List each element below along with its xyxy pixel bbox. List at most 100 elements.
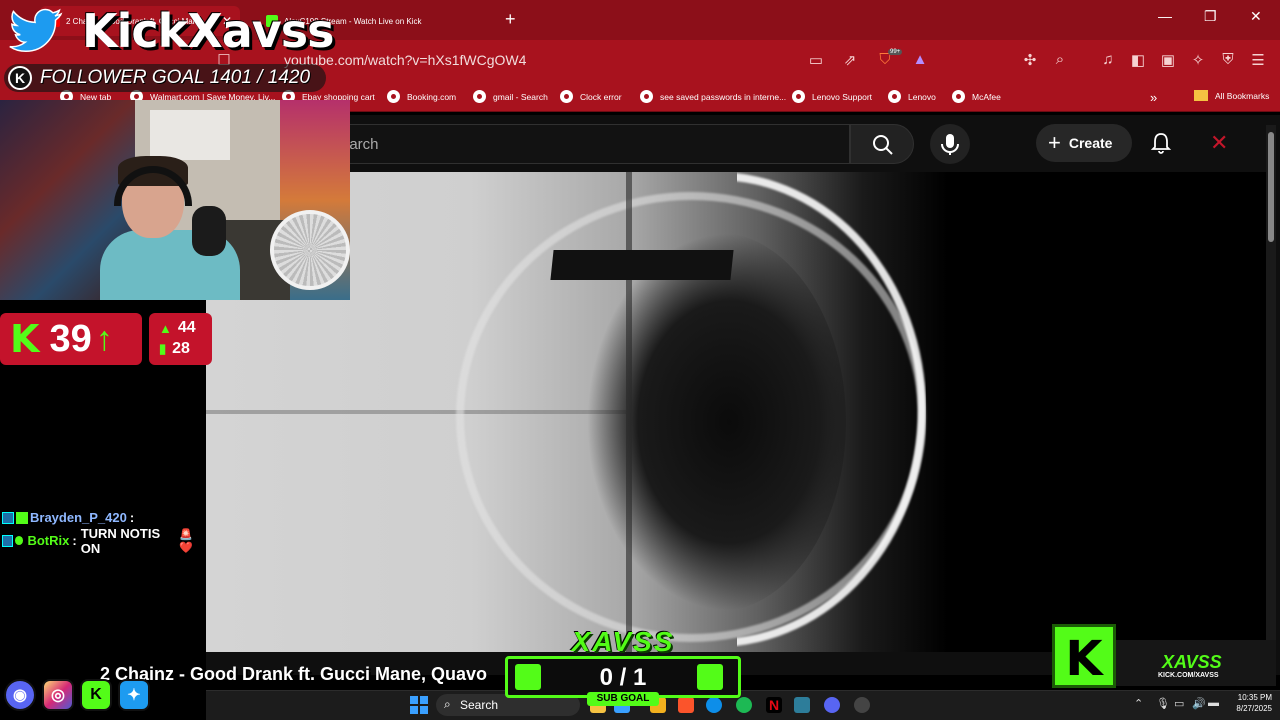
chat-username: Brayden_P_420 <box>30 510 127 525</box>
video-player[interactable] <box>206 172 1266 652</box>
cast-icon[interactable]: ▭ <box>806 51 826 69</box>
bookmark-label: All Bookmarks <box>1215 90 1270 101</box>
video-frame-line <box>626 172 632 652</box>
bookmark-clock-error[interactable]: Clock error <box>560 90 622 103</box>
obs-icon[interactable] <box>854 697 870 713</box>
bookmark-label: Clock error <box>580 91 622 102</box>
shield-count-badge: 99+ <box>888 49 903 55</box>
discord-icon[interactable] <box>824 697 840 713</box>
vpn-icon[interactable]: ⛨ <box>1218 51 1238 68</box>
extensions-icon[interactable]: ✣ <box>1020 51 1040 69</box>
globe-icon <box>387 90 400 103</box>
folder-icon <box>1194 90 1208 101</box>
twitter-logo-icon <box>9 8 63 53</box>
network-icon[interactable]: ▭ <box>1174 697 1184 710</box>
battery-icon[interactable]: ▬ <box>1208 697 1219 709</box>
chat-text: TURN NOTIS ON <box>80 525 161 556</box>
bookmark-label: see saved passwords in interne... <box>660 91 787 102</box>
chat-emote: 🕯 <box>142 512 146 523</box>
video-frame-shape <box>550 250 734 280</box>
search-tab-icon[interactable]: ⌕ <box>1050 51 1070 68</box>
subscriber-badge-icon <box>2 511 14 524</box>
share-icon[interactable]: ⇗ <box>840 51 860 69</box>
bookmark-label: Lenovo <box>908 91 936 102</box>
music-icon[interactable]: ♫ <box>1098 51 1118 68</box>
new-tab-button[interactable]: + <box>505 9 516 30</box>
webcam-feed <box>0 100 350 300</box>
mic-icon <box>941 134 959 155</box>
mic-tray-icon[interactable]: 🎙 <box>1156 697 1170 710</box>
sub-goal-widget: XAVSS 0 / 1 SUB GOAL <box>505 626 741 706</box>
follower-goal-bar: K FOLLOWER GOAL 1401 / 1420 <box>4 64 326 92</box>
menu-icon[interactable]: ☰ <box>1248 51 1268 69</box>
close-window-icon[interactable]: ✕ <box>1250 8 1262 25</box>
chat-separator: : <box>72 533 77 548</box>
bell-icon <box>1150 133 1172 154</box>
follower-goal-text: FOLLOWER GOAL 1401 / 1420 <box>40 67 311 88</box>
search-icon <box>640 90 653 103</box>
chat-username: BotRix <box>27 533 70 548</box>
stream-brand-title: KickXavss <box>82 4 335 58</box>
bookmark-lenovo-support[interactable]: Lenovo Support <box>792 90 872 103</box>
bookmark-gmail[interactable]: gmail - Search <box>473 90 548 103</box>
streamer <box>100 156 250 300</box>
sidebar-icon[interactable]: ◧ <box>1128 51 1148 69</box>
instagram-icon: ◎ <box>42 679 74 711</box>
stat-up-value: 44 <box>177 319 196 336</box>
sub-goal-count: 0 / 1 <box>599 664 647 691</box>
volume-icon[interactable]: 🔊 <box>1192 697 1206 710</box>
sub-goal-logo: XAVSS <box>571 626 675 657</box>
rewards-icon[interactable]: ▲ <box>910 51 930 68</box>
all-bookmarks-button[interactable]: All Bookmarks <box>1194 90 1269 101</box>
screen: 2 Chainz - Good Drank ft. Gucci Mane, Qu… <box>0 0 1280 720</box>
account-avatar[interactable]: ✕ <box>1210 130 1228 156</box>
taskbar-search-label: Search <box>460 698 499 712</box>
minimize-icon[interactable]: — <box>1158 8 1172 24</box>
restore-icon[interactable]: ❐ <box>1204 8 1217 25</box>
stream-stats: ▲ 44 ▮ 28 <box>149 313 212 365</box>
create-label: Create <box>1068 135 1113 151</box>
chat-overlay: Brayden_P_420 : 🕯 BotRix : TURN NOTIS ON… <box>2 506 207 556</box>
search-button[interactable] <box>850 124 914 164</box>
notifications-button[interactable] <box>1150 132 1172 159</box>
viewer-count: 39 <box>49 317 92 360</box>
microphone <box>192 206 226 256</box>
bar-chart-icon: ▮ <box>159 341 167 356</box>
clock-time: 10:35 PM <box>1237 693 1272 702</box>
kick-badge-icon <box>16 511 28 524</box>
scrollbar-thumb[interactable] <box>1268 132 1274 242</box>
wallet-icon[interactable]: ▣ <box>1158 51 1178 69</box>
social-icons: ◉ ◎ K ✦ <box>4 679 150 711</box>
globe-icon <box>952 90 965 103</box>
globe-icon <box>560 90 573 103</box>
discord-icon: ◉ <box>4 679 36 711</box>
app-icon[interactable] <box>794 697 810 713</box>
bookmark-passwords[interactable]: see saved passwords in interne... <box>640 90 786 103</box>
chat-emote: 🚨 ❤️ <box>179 528 193 554</box>
kick-icon: K <box>8 66 32 90</box>
globe-icon <box>792 90 805 103</box>
bookmark-label: Lenovo Support <box>812 91 873 102</box>
sub-goal-label: SUB GOAL <box>587 692 659 706</box>
kick-logo-icon: K <box>1052 624 1116 688</box>
leo-ai-icon[interactable]: ✧ <box>1188 51 1208 69</box>
netflix-icon[interactable]: N <box>766 697 782 713</box>
create-button[interactable]: + Create <box>1036 124 1132 162</box>
search-input[interactable]: earch <box>340 124 850 164</box>
chat-message: BotRix : TURN NOTIS ON 🚨 ❤️ <box>2 526 207 556</box>
brand-name: XAVSS <box>1162 652 1222 672</box>
now-playing-title: 2 Chainz - Good Drank ft. Gucci Mane, Qu… <box>100 664 488 684</box>
bookmark-lenovo[interactable]: Lenovo <box>888 90 936 103</box>
bookmark-label: McAfee <box>972 91 1001 102</box>
bookmark-mcafee[interactable]: McAfee <box>952 90 1001 103</box>
twitter-icon: ✦ <box>118 679 150 711</box>
voice-search-button[interactable] <box>930 124 970 164</box>
verified-badge-icon <box>15 536 24 545</box>
subscriber-badge-icon <box>2 534 14 547</box>
windows-start-icon[interactable] <box>410 696 428 714</box>
taskbar-clock[interactable]: 10:35 PM 8/27/2025 <box>1228 692 1272 714</box>
tray-overflow-icon[interactable]: ⌃ <box>1134 697 1143 710</box>
kick-icon: K <box>80 679 112 711</box>
bookmark-booking[interactable]: Booking.com <box>387 90 456 103</box>
bookmarks-overflow-icon[interactable]: » <box>1150 90 1157 105</box>
